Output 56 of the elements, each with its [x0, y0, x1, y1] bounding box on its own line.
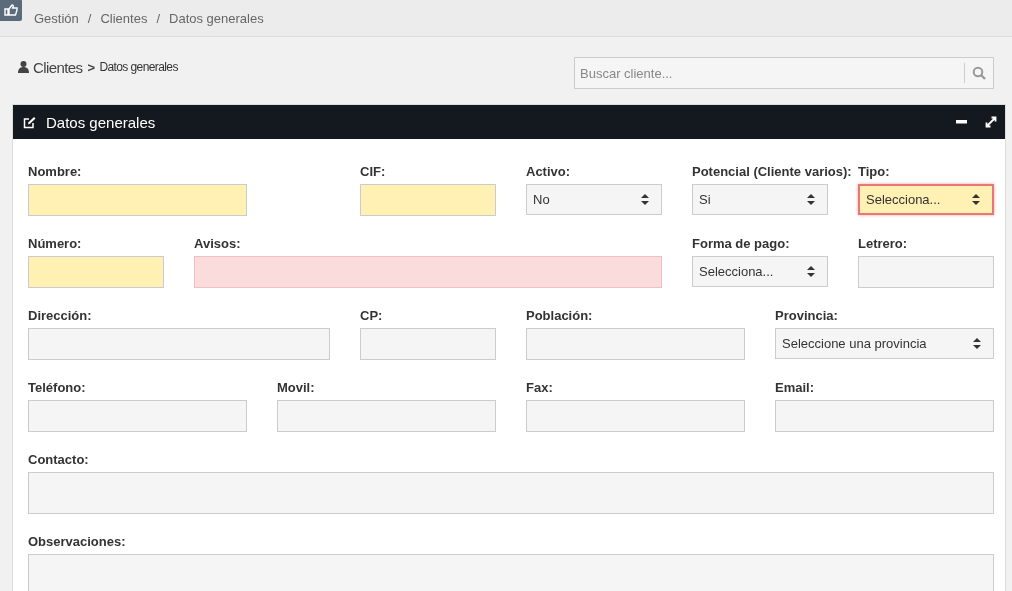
sort-arrows-icon	[641, 194, 649, 205]
field-label: Contacto:	[28, 452, 89, 467]
field-label: CP:	[360, 308, 383, 323]
minimize-icon[interactable]	[956, 120, 967, 124]
input-field[interactable]	[526, 400, 745, 432]
field-label: Número:	[28, 236, 82, 251]
breadcrumb-link[interactable]: Clientes	[100, 10, 148, 26]
breadcrumb-link[interactable]: Datos generales	[169, 10, 264, 26]
field-label: Forma de pago:	[692, 236, 790, 251]
heading-section[interactable]: Clientes	[33, 58, 83, 76]
panel-title: Datos generales	[46, 113, 156, 131]
sort-arrows-icon	[973, 338, 981, 349]
heading-current: Datos generales	[99, 60, 178, 74]
user-icon	[18, 61, 29, 73]
sort-arrows-icon	[807, 194, 815, 205]
field-label: Email:	[775, 380, 814, 395]
field-label: Activo:	[526, 164, 571, 179]
input-field[interactable]	[360, 328, 496, 360]
text-field[interactable]	[28, 472, 994, 514]
select-field[interactable]: Selecciona...	[858, 184, 994, 215]
field-label: Nombre:	[28, 164, 82, 179]
field-label: Dirección:	[28, 308, 92, 323]
select-field[interactable]: Seleccione una provincia	[775, 328, 994, 359]
input-field[interactable]	[360, 184, 496, 216]
field-label: Avisos:	[194, 236, 241, 251]
field-label: Movil:	[277, 380, 315, 395]
thumb-icon[interactable]	[0, 0, 22, 21]
input-field[interactable]	[194, 256, 662, 288]
field-label: Potencial (Cliente varios):	[692, 164, 852, 179]
sort-arrows-icon	[972, 194, 980, 205]
input-field[interactable]	[526, 328, 745, 360]
select-field[interactable]: Si	[692, 184, 828, 215]
field-label: Fax:	[526, 380, 553, 395]
field-label: Provincia:	[775, 308, 838, 323]
input-field[interactable]	[28, 184, 247, 216]
breadcrumb-link[interactable]: Gestión	[34, 10, 79, 26]
select-field[interactable]: Selecciona...	[692, 256, 828, 287]
input-field[interactable]	[277, 400, 496, 432]
sort-arrows-icon	[807, 266, 815, 277]
input-field[interactable]	[858, 256, 994, 288]
select-field[interactable]: No	[526, 184, 662, 215]
field-label: Observaciones:	[28, 534, 126, 549]
input-field[interactable]	[28, 256, 164, 288]
field-label: Tipo:	[858, 164, 890, 179]
expand-icon[interactable]	[985, 116, 997, 128]
field-label: Letrero:	[858, 236, 908, 251]
breadcrumb-separator: /	[156, 10, 161, 26]
field-label: Teléfono:	[28, 380, 86, 395]
breadcrumb-separator: /	[87, 10, 92, 26]
input-field[interactable]	[775, 400, 994, 432]
input-field[interactable]	[28, 400, 247, 432]
field-label: CIF:	[360, 164, 386, 179]
field-label: Población:	[526, 308, 593, 323]
heading-separator: >	[87, 59, 95, 75]
edit-icon	[23, 115, 36, 129]
input-field[interactable]	[28, 328, 330, 360]
